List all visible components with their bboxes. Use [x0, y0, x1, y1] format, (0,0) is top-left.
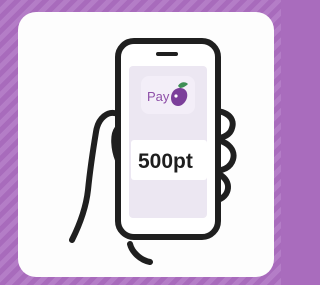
smartphone-icon	[115, 38, 221, 240]
pay-logo-text: Pay	[147, 89, 170, 104]
points-value: 500pt	[138, 150, 193, 173]
points-display: 500pt	[131, 140, 207, 180]
pay-logo: Pay	[141, 76, 195, 114]
phone-in-hand-illustration: Pay 500pt	[69, 38, 237, 265]
